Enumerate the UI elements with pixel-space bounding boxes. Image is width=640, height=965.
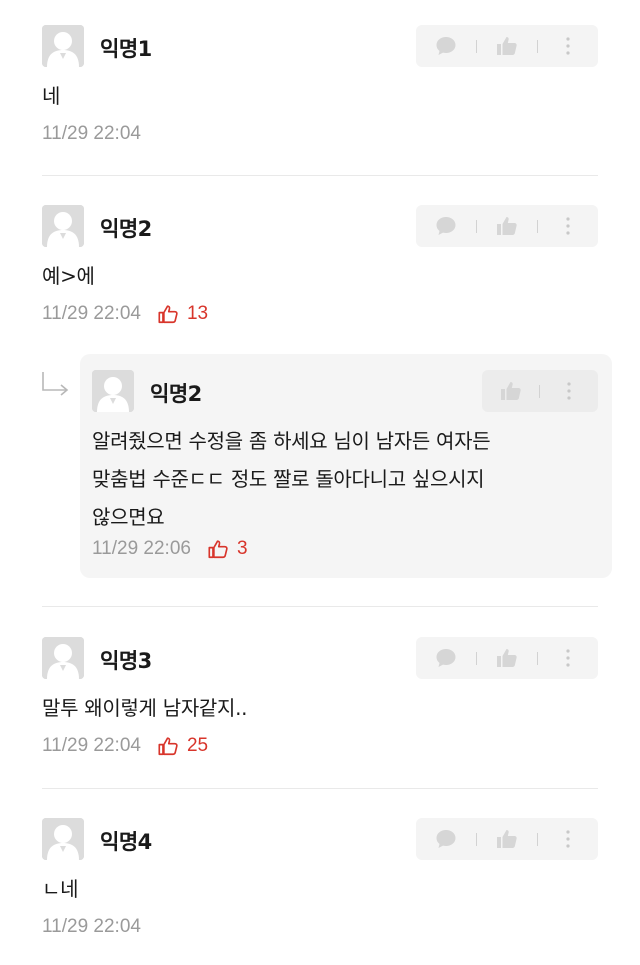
comment-author[interactable]: 익명4 — [100, 826, 152, 856]
reply-author[interactable]: 익명2 — [150, 378, 202, 408]
thumbs-up-icon[interactable] — [489, 821, 525, 857]
reply-body: 알려줬으면 수정을 좀 하세요 님이 남자든 여자든 맞춤법 수준ㄷㄷ 정도 짤… — [92, 422, 592, 536]
like-count: 25 — [157, 735, 208, 757]
comment-body: ㄴ네 — [42, 877, 79, 901]
more-vertical-icon[interactable] — [550, 821, 586, 857]
comment-author[interactable]: 익명3 — [100, 645, 152, 675]
comment-author[interactable]: 익명2 — [100, 213, 152, 243]
comment-body: 네 — [42, 84, 61, 108]
thumbs-up-icon[interactable] — [493, 373, 529, 409]
action-separator — [539, 384, 541, 398]
like-icon — [157, 303, 179, 325]
speech-bubble-icon[interactable] — [428, 821, 464, 857]
comment-body: 예>에 — [42, 264, 95, 288]
comment-actions — [416, 205, 598, 247]
comment-item: 익명4 ㄴ네 11/29 22:04 — [42, 818, 598, 942]
comment-meta: 11/29 22:04 25 — [42, 733, 208, 759]
action-separator — [476, 219, 477, 233]
thumbs-up-icon[interactable] — [489, 208, 525, 244]
reply-meta: 11/29 22:06 3 — [92, 536, 248, 562]
thumbs-up-icon[interactable] — [489, 28, 525, 64]
action-separator — [537, 219, 538, 233]
comment-author[interactable]: 익명1 — [100, 33, 152, 63]
comment-timestamp: 11/29 22:04 — [42, 735, 141, 756]
avatar[interactable] — [42, 25, 84, 67]
comment-item: 익명3 말투 왜이렇게 남자같지.. 11/29 22:04 25 — [42, 637, 598, 761]
reply-body-line: 알려줬으면 수정을 좀 하세요 님이 남자든 여자든 — [92, 429, 491, 453]
like-icon — [157, 735, 179, 757]
like-count-value: 3 — [236, 538, 248, 559]
comment-actions — [416, 637, 598, 679]
comment-body: 말투 왜이렇게 남자같지.. — [42, 696, 248, 720]
thumbs-up-icon[interactable] — [489, 640, 525, 676]
speech-bubble-icon[interactable] — [428, 640, 464, 676]
avatar[interactable] — [92, 370, 134, 412]
like-count-value: 13 — [186, 303, 209, 324]
divider — [42, 175, 598, 176]
reply-actions — [482, 370, 598, 412]
divider — [42, 606, 598, 607]
reply-body-line: 않으면요 — [92, 505, 165, 529]
comment-timestamp: 11/29 22:04 — [42, 123, 141, 144]
like-count: 13 — [157, 303, 208, 325]
more-vertical-icon[interactable] — [550, 208, 586, 244]
speech-bubble-icon[interactable] — [428, 28, 464, 64]
comment-timestamp: 11/29 22:04 — [42, 303, 141, 324]
action-separator — [537, 39, 538, 53]
action-separator — [476, 832, 477, 846]
speech-bubble-icon[interactable] — [428, 208, 464, 244]
action-separator — [476, 39, 477, 53]
action-separator — [537, 651, 538, 665]
comment-item: 익명2 예>에 11/29 22:04 13 — [42, 205, 598, 329]
comment-actions — [416, 818, 598, 860]
comment-item: 익명1 네 11/29 22:04 — [42, 25, 598, 149]
avatar[interactable] — [42, 818, 84, 860]
comment-meta: 11/29 22:04 13 — [42, 301, 208, 327]
divider — [42, 788, 598, 789]
action-separator — [537, 832, 538, 846]
action-separator — [476, 651, 477, 665]
reply-body-line: 맞춤법 수준ㄷㄷ 정도 짤로 돌아다니고 싶으시지 — [92, 467, 485, 491]
more-vertical-icon[interactable] — [551, 373, 587, 409]
like-count-value: 25 — [186, 735, 209, 756]
comment-meta: 11/29 22:04 — [42, 121, 141, 147]
reply-arrow-icon — [40, 370, 70, 400]
comment-actions — [416, 25, 598, 67]
more-vertical-icon[interactable] — [550, 28, 586, 64]
comment-timestamp: 11/29 22:04 — [42, 916, 141, 937]
reply-timestamp: 11/29 22:06 — [92, 538, 191, 559]
reply-item: 익명2 알려줬으면 수정을 좀 하세요 님이 남자든 여자든 맞춤법 수준ㄷㄷ … — [80, 354, 612, 578]
like-icon — [207, 538, 229, 560]
avatar[interactable] — [42, 205, 84, 247]
like-count: 3 — [207, 538, 248, 560]
avatar[interactable] — [42, 637, 84, 679]
more-vertical-icon[interactable] — [550, 640, 586, 676]
comment-meta: 11/29 22:04 — [42, 914, 141, 940]
